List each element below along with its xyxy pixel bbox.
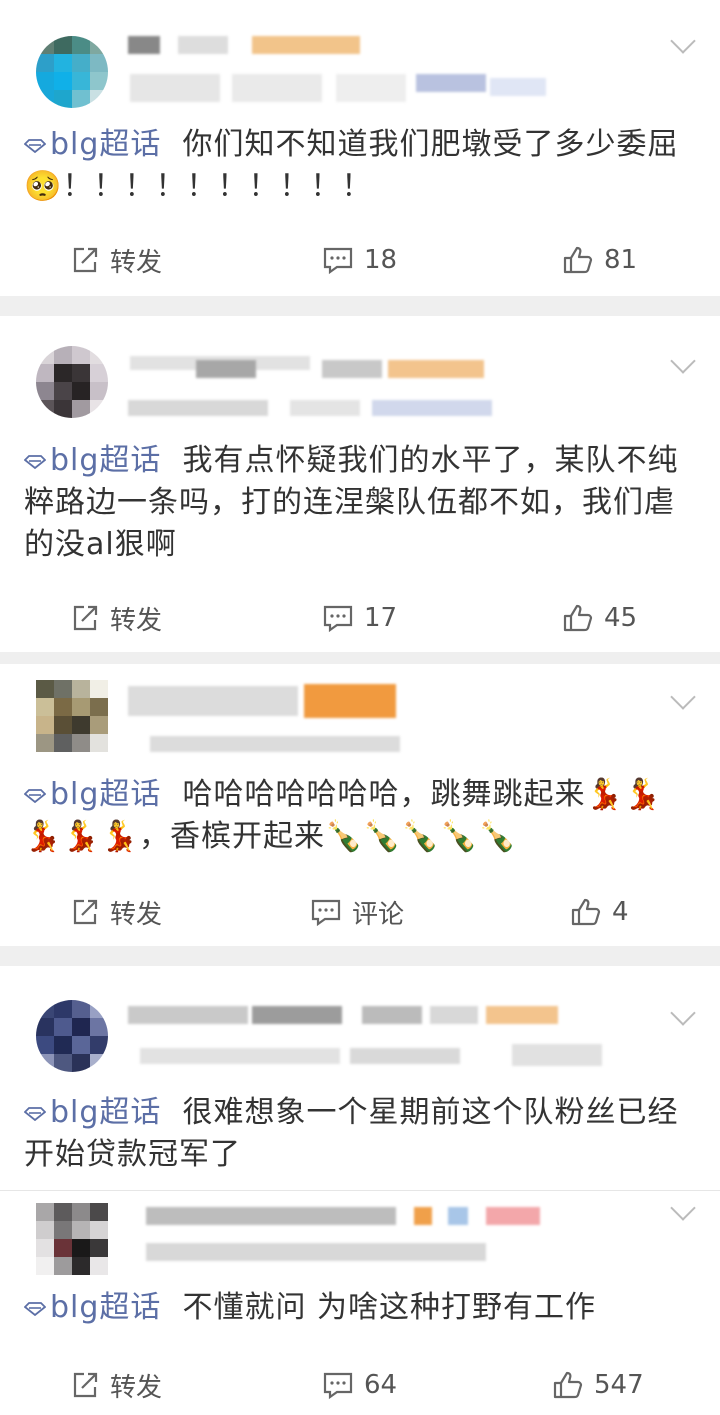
comment-card: blg超话 你们知不知道我们肥墩受了多少委屈 🥺！！！！！！！！！！ 转发 18… (0, 0, 720, 296)
comment-button[interactable]: 18 (322, 230, 397, 290)
comment-button[interactable]: 17 (322, 588, 397, 648)
avatar[interactable] (36, 346, 108, 418)
diamond-icon (23, 773, 47, 804)
repost-label: 转发 (110, 899, 163, 930)
comment-button[interactable]: 评论 (310, 882, 404, 942)
like-button[interactable]: 547 (552, 1355, 644, 1415)
topic-link[interactable]: blg超话 (23, 127, 161, 162)
comment-card: blg超话 我有点怀疑我们的水平了，某队不纯粹路边一条吗，打的连涅槃队伍都不如，… (0, 316, 720, 652)
chevron-down-icon[interactable] (670, 1195, 696, 1221)
comment-text: blg超话 哈哈哈哈哈哈哈，跳舞跳起来💃💃💃💃💃，香槟开起来🍾🍾🍾🍾🍾 (23, 774, 690, 858)
action-bar: 转发 64 547 (0, 1355, 720, 1415)
repost-icon (73, 899, 98, 925)
avatar[interactable] (36, 1203, 108, 1275)
repost-button[interactable]: 转发 (70, 882, 162, 942)
card-separator (0, 652, 720, 664)
comment-count: 18 (364, 245, 398, 275)
like-count: 81 (604, 245, 638, 275)
like-count: 4 (612, 897, 629, 927)
like-count: 45 (604, 603, 638, 633)
avatar[interactable] (36, 680, 108, 752)
repost-button[interactable]: 转发 (70, 230, 162, 290)
like-count: 547 (594, 1370, 644, 1400)
comment-body-line2: 🥺！！！！！！！！！！ (24, 169, 373, 204)
comment-icon (311, 899, 341, 927)
repost-icon (73, 247, 98, 273)
diamond-icon (23, 1286, 47, 1317)
comment-text: blg超话 不懂就问 为啥这种打野有工作 (23, 1287, 690, 1329)
like-button[interactable]: 4 (570, 882, 629, 942)
like-button[interactable]: 45 (562, 588, 637, 648)
comment-body: 不懂就问 为啥这种打野有工作 (182, 1290, 597, 1325)
action-bar: 转发 评论 4 (0, 882, 720, 942)
action-bar: 转发 18 81 (0, 230, 720, 290)
comment-icon (323, 247, 353, 275)
avatar[interactable] (36, 1000, 108, 1072)
topic-link[interactable]: blg超话 (23, 443, 161, 478)
comment-text: blg超话 你们知不知道我们肥墩受了多少委屈 🥺！！！！！！！！！！ (23, 124, 690, 208)
repost-label: 转发 (110, 605, 163, 636)
card-separator (0, 946, 720, 966)
comment-card: blg超话 很难想象一个星期前这个队粉丝已经开始贷款冠军了 (0, 966, 720, 1190)
comment-body: 你们知不知道我们肥墩受了多少委屈 (182, 127, 679, 162)
comment-icon (323, 605, 353, 633)
repost-label: 转发 (110, 247, 163, 278)
comment-card: blg超话 哈哈哈哈哈哈哈，跳舞跳起来💃💃💃💃💃，香槟开起来🍾🍾🍾🍾🍾 转发 评… (0, 664, 720, 946)
card-separator (0, 296, 720, 316)
comment-label: 评论 (352, 899, 405, 930)
topic-link[interactable]: blg超话 (23, 1095, 161, 1130)
comment-text: blg超话 我有点怀疑我们的水平了，某队不纯粹路边一条吗，打的连涅槃队伍都不如，… (23, 440, 690, 566)
thumbs-up-icon (563, 246, 593, 274)
comment-icon (323, 1372, 353, 1400)
comment-count: 17 (364, 603, 398, 633)
topic-link[interactable]: blg超话 (23, 777, 161, 812)
repost-label: 转发 (110, 1372, 163, 1403)
comment-count: 64 (364, 1370, 398, 1400)
thumbs-up-icon (571, 898, 601, 926)
comment-text: blg超话 很难想象一个星期前这个队粉丝已经开始贷款冠军了 (23, 1092, 690, 1176)
topic-link[interactable]: blg超话 (23, 1290, 161, 1325)
chevron-down-icon[interactable] (670, 684, 696, 710)
like-button[interactable]: 81 (562, 230, 637, 290)
avatar[interactable] (36, 36, 108, 108)
comment-button[interactable]: 64 (322, 1355, 397, 1415)
thumbs-up-icon (563, 604, 593, 632)
chevron-down-icon[interactable] (670, 348, 696, 374)
action-bar: 转发 17 45 (0, 588, 720, 648)
thumbs-up-icon (553, 1371, 583, 1399)
comment-card: blg超话 不懂就问 为啥这种打野有工作 转发 64 547 (0, 1191, 720, 1403)
repost-icon (73, 1372, 98, 1398)
chevron-down-icon[interactable] (670, 28, 696, 54)
repost-button[interactable]: 转发 (70, 588, 162, 648)
chevron-down-icon[interactable] (670, 1000, 696, 1026)
repost-button[interactable]: 转发 (70, 1355, 162, 1415)
diamond-icon (23, 1091, 47, 1122)
repost-icon (73, 605, 98, 631)
diamond-icon (23, 123, 47, 154)
diamond-icon (23, 439, 47, 470)
